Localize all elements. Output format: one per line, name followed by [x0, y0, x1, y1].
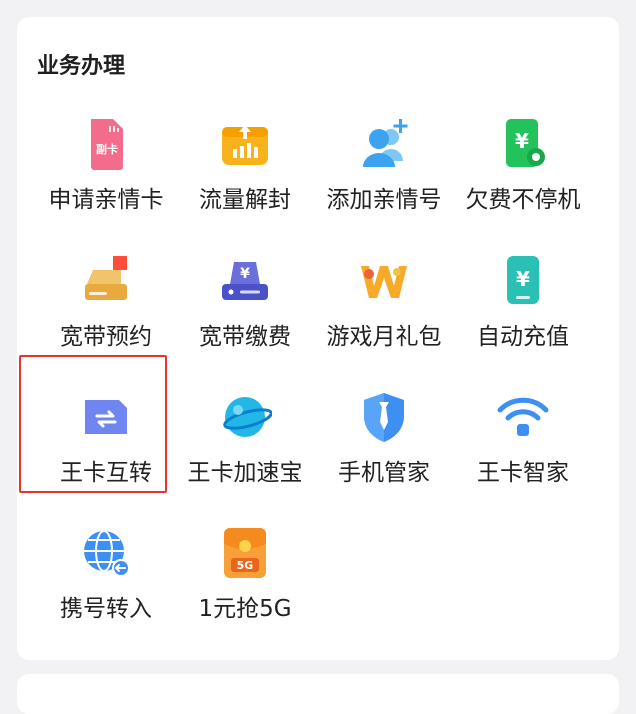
card-transfer-icon [79, 390, 133, 444]
service-label: 携号转入 [60, 596, 152, 622]
service-auto-recharge[interactable]: ¥ 自动充值 [453, 254, 593, 386]
service-label: 自动充值 [477, 324, 569, 350]
next-card [17, 674, 619, 714]
auto-recharge-icon: ¥ [496, 254, 550, 308]
service-phone-manager[interactable]: 手机管家 [314, 390, 454, 522]
service-add-family-number[interactable]: 添加亲情号 [314, 117, 454, 249]
add-contact-icon [357, 117, 411, 171]
wifi-icon [496, 390, 550, 444]
service-label: 欠费不停机 [465, 187, 581, 213]
service-wangka-accelerator[interactable]: 王卡加速宝 [175, 390, 315, 522]
svg-text:5G: 5G [237, 559, 254, 572]
service-wangka-transfer[interactable]: 王卡互转 [36, 390, 176, 522]
router-yuan-icon: ¥ [218, 254, 272, 308]
service-data-unlock[interactable]: 流量解封 [175, 117, 315, 249]
service-label: 王卡加速宝 [187, 460, 303, 486]
service-label: 宽带预约 [60, 324, 152, 350]
sim-card-icon: 副卡 [79, 117, 133, 171]
service-label: 1元抢5G [198, 596, 292, 622]
shield-icon [357, 390, 411, 444]
service-broadband-reservation[interactable]: 宽带预约 [36, 254, 176, 386]
svg-text:副卡: 副卡 [96, 142, 118, 156]
service-label: 流量解封 [199, 187, 291, 213]
service-label: 宽带缴费 [199, 324, 291, 350]
svg-text:¥: ¥ [240, 266, 250, 282]
service-label: 添加亲情号 [326, 187, 442, 213]
phone-yuan-icon: ¥ [496, 117, 550, 171]
5g-envelope-icon: 5G [218, 526, 272, 580]
service-label: 王卡互转 [60, 460, 152, 486]
service-one-yuan-5g[interactable]: 5G 1元抢5G [175, 526, 315, 658]
data-unlock-icon [218, 117, 272, 171]
service-apply-family-card[interactable]: 副卡 申请亲情卡 [36, 117, 176, 249]
service-label: 申请亲情卡 [48, 187, 164, 213]
planet-icon [218, 390, 272, 444]
game-gift-icon [357, 254, 411, 308]
svg-text:¥: ¥ [515, 129, 529, 153]
service-game-monthly-gift[interactable]: 游戏月礼包 [314, 254, 454, 386]
broadband-box-icon [79, 254, 133, 308]
service-number-port-in[interactable]: 携号转入 [36, 526, 176, 658]
service-broadband-payment[interactable]: ¥ 宽带缴费 [175, 254, 315, 386]
service-label: 游戏月礼包 [326, 324, 442, 350]
service-label: 手机管家 [338, 460, 430, 486]
service-label: 王卡智家 [477, 460, 569, 486]
business-card: 业务办理 副卡 申请亲情卡 流量解封 添加亲情号 ¥ 欠费不停机 宽带预约 ¥ … [17, 17, 619, 660]
service-wangka-smart-home[interactable]: 王卡智家 [453, 390, 593, 522]
section-title: 业务办理 [37, 54, 126, 79]
svg-text:¥: ¥ [516, 267, 530, 291]
globe-transfer-icon [79, 526, 133, 580]
service-overdue-no-stop[interactable]: ¥ 欠费不停机 [453, 117, 593, 249]
